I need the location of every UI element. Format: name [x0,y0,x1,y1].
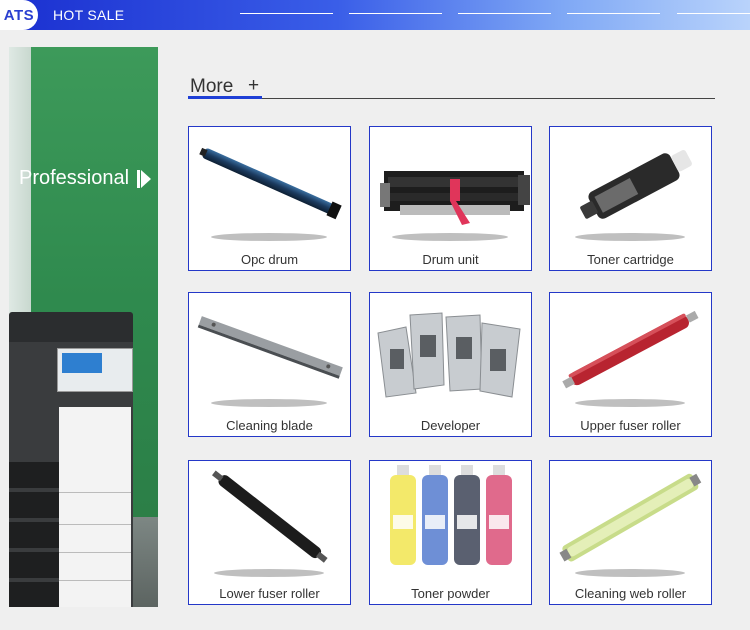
more-link[interactable]: More [190,76,233,98]
product-label: Developer [420,418,481,433]
play-arrow-icon[interactable] [137,170,151,188]
header-decor-line [458,13,551,14]
heading-divider [188,98,715,99]
product-label: Drum unit [422,252,479,267]
opc-drum-image [199,147,342,241]
heading-accent [188,96,262,99]
product-card-drum-unit[interactable]: Drum unit [369,126,532,271]
product-label: Cleaning blade [226,418,313,433]
product-label: Toner cartridge [587,252,674,267]
header-decor-line [567,13,660,14]
cleaning-web-roller-image [559,473,702,577]
header-decor-line [349,13,442,14]
product-card-developer[interactable]: Developer [369,292,532,437]
developer-image [377,312,521,398]
product-label: Opc drum [240,252,299,267]
upper-fuser-roller-image [562,310,699,407]
product-card-cleaning-web-roller[interactable]: Cleaning web roller [549,460,712,605]
section-heading: More + [188,75,715,100]
product-card-toner-powder[interactable]: Toner powder [369,460,532,605]
logo[interactable]: ATS [0,0,38,30]
header-title: HOT SALE [53,7,125,23]
toner-powder-image [390,465,512,565]
cleaning-blade-image [197,316,343,407]
product-label: Toner powder [411,586,490,601]
lower-fuser-roller-image [211,470,328,577]
banner-text: Professional [19,167,130,189]
product-label: Lower fuser roller [219,586,320,601]
header-decor-line [677,13,750,14]
header-decor-line [240,13,333,14]
plus-icon[interactable]: + [248,75,259,97]
product-card-lower-fuser-roller[interactable]: Lower fuser roller [188,460,351,605]
product-card-upper-fuser-roller[interactable]: Upper fuser roller [549,292,712,437]
copier-machine-image [9,312,133,607]
product-card-toner-cartridge[interactable]: Toner cartridge [549,126,712,271]
professional-banner[interactable]: Professional [9,47,158,607]
toner-cartridge-image [575,150,692,241]
product-label: Cleaning web roller [574,586,687,601]
product-label: Upper fuser roller [580,418,681,433]
header-bar: ATS HOT SALE [0,0,750,30]
logo-text: ATS [3,6,35,24]
product-card-cleaning-blade[interactable]: Cleaning blade [188,292,351,437]
drum-unit-image [380,171,530,241]
product-card-opc-drum[interactable]: Opc drum [188,126,351,271]
